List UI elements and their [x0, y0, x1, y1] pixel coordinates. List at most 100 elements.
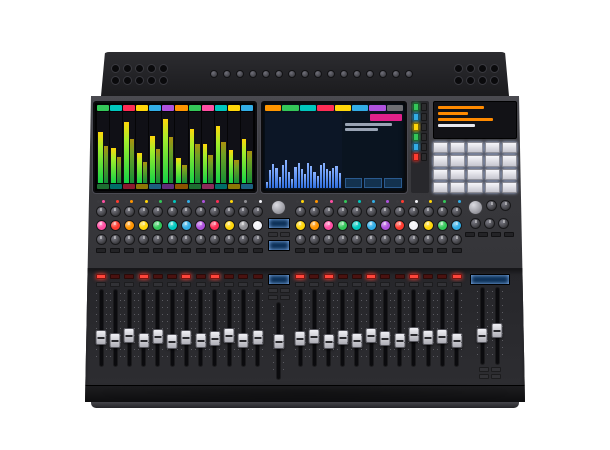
mute-button[interactable] [338, 274, 348, 279]
mute-button[interactable] [96, 274, 106, 279]
mute-button[interactable] [110, 274, 120, 279]
channel-color-knob[interactable] [252, 220, 263, 231]
pan-knob[interactable] [351, 234, 362, 245]
channel-function-button[interactable] [452, 248, 462, 253]
keypad-key[interactable] [433, 155, 448, 166]
screen-side-button[interactable] [421, 113, 427, 121]
select-button[interactable] [110, 282, 120, 287]
function-tile[interactable] [282, 105, 298, 111]
channel-color-knob[interactable] [309, 220, 320, 231]
gain-knob[interactable] [167, 206, 178, 217]
mute-button[interactable] [253, 274, 263, 279]
keypad-key[interactable] [502, 155, 517, 166]
function-tile[interactable] [265, 105, 281, 111]
screen-side-button[interactable] [413, 123, 419, 131]
channel-function-button[interactable] [423, 248, 433, 253]
mute-button[interactable] [139, 274, 149, 279]
module-button[interactable] [268, 232, 278, 237]
select-button[interactable] [167, 282, 177, 287]
select-button[interactable] [452, 282, 462, 287]
rear-knob[interactable] [275, 70, 283, 78]
gain-knob[interactable] [295, 206, 306, 217]
function-tile[interactable] [369, 105, 385, 111]
select-button[interactable] [153, 282, 163, 287]
channel-color-knob[interactable] [323, 220, 334, 231]
mute-button[interactable] [210, 274, 220, 279]
fader-cap[interactable] [337, 330, 348, 345]
mute-button[interactable] [324, 274, 334, 279]
rear-knob[interactable] [353, 70, 361, 78]
channel-color-knob[interactable] [408, 220, 419, 231]
channel-color-knob[interactable] [167, 220, 178, 231]
fader-cap[interactable] [96, 330, 107, 345]
keypad-key[interactable] [485, 182, 500, 193]
gain-knob[interactable] [252, 206, 263, 217]
pan-knob[interactable] [309, 234, 320, 245]
mute-button[interactable] [423, 274, 433, 279]
fader-cap[interactable] [423, 330, 434, 345]
module-button[interactable] [280, 232, 290, 237]
gain-knob[interactable] [124, 206, 135, 217]
select-button[interactable] [309, 282, 319, 287]
channel-function-button[interactable] [338, 248, 348, 253]
select-button[interactable] [352, 282, 362, 287]
mute-button[interactable] [124, 274, 134, 279]
gain-knob[interactable] [394, 206, 405, 217]
pan-knob[interactable] [110, 234, 121, 245]
select-button[interactable] [409, 282, 419, 287]
rear-knob[interactable] [249, 70, 257, 78]
gain-knob[interactable] [366, 206, 377, 217]
channel-function-button[interactable] [309, 248, 319, 253]
channel-color-knob[interactable] [437, 220, 448, 231]
fader-cap[interactable] [181, 330, 192, 345]
screen-side-button[interactable] [421, 153, 427, 161]
gain-knob[interactable] [181, 206, 192, 217]
fader-cap[interactable] [195, 333, 206, 348]
gain-knob[interactable] [224, 206, 235, 217]
gain-knob[interactable] [138, 206, 149, 217]
mute-button[interactable] [366, 274, 376, 279]
pan-knob[interactable] [252, 234, 263, 245]
channel-color-knob[interactable] [96, 220, 107, 231]
function-tile[interactable] [335, 105, 351, 111]
gain-knob[interactable] [323, 206, 334, 217]
mute-button[interactable] [238, 274, 248, 279]
keypad-key[interactable] [485, 169, 500, 180]
channel-color-knob[interactable] [366, 220, 377, 231]
mute-button[interactable] [309, 274, 319, 279]
fader-cap[interactable] [252, 330, 263, 345]
channel-function-button[interactable] [366, 248, 376, 253]
rear-knob[interactable] [392, 70, 400, 78]
gain-knob[interactable] [209, 206, 220, 217]
master-knob[interactable] [484, 218, 495, 229]
function-tile[interactable] [317, 105, 333, 111]
select-button[interactable] [124, 282, 134, 287]
rear-knob[interactable] [379, 70, 387, 78]
keypad-key[interactable] [433, 182, 448, 193]
channel-color-knob[interactable] [195, 220, 206, 231]
fader-cap[interactable] [451, 333, 462, 348]
fader-cap[interactable] [224, 328, 235, 343]
master-knob[interactable] [500, 200, 511, 211]
mute-button[interactable] [437, 274, 447, 279]
rear-knob[interactable] [340, 70, 348, 78]
channel-color-knob[interactable] [209, 220, 220, 231]
channel-function-button[interactable] [124, 248, 134, 253]
fader-cap[interactable] [408, 327, 419, 342]
channel-color-knob[interactable] [295, 220, 306, 231]
module-button[interactable] [268, 288, 278, 293]
mute-button[interactable] [167, 274, 177, 279]
rear-knob[interactable] [210, 70, 218, 78]
keypad-key[interactable] [467, 182, 482, 193]
module-button[interactable] [280, 295, 290, 300]
module-button[interactable] [280, 288, 290, 293]
rear-knob[interactable] [314, 70, 322, 78]
pan-knob[interactable] [323, 234, 334, 245]
channel-function-button[interactable] [253, 248, 263, 253]
mute-button[interactable] [395, 274, 405, 279]
keypad-key[interactable] [467, 155, 482, 166]
fader-cap[interactable] [437, 329, 448, 344]
keypad-key[interactable] [502, 182, 517, 193]
pan-knob[interactable] [124, 234, 135, 245]
channel-function-button[interactable] [324, 248, 334, 253]
